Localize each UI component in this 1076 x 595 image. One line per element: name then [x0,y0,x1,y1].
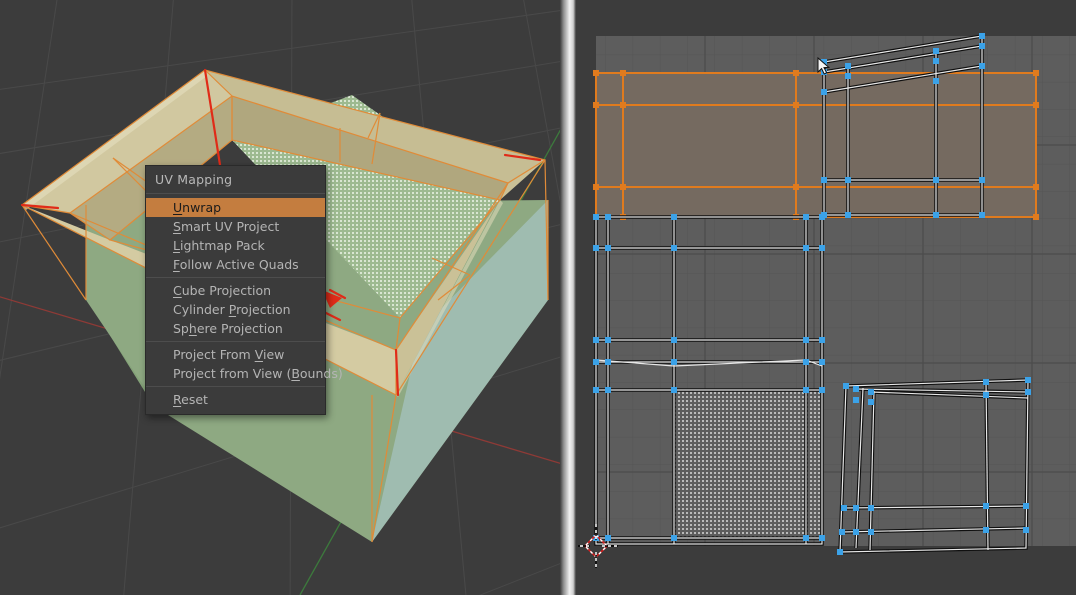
menu-separator [146,277,325,278]
uv-image-editor[interactable] [578,0,1076,595]
menu-item-cylinder-projection[interactable]: Cylinder Projection [146,300,325,319]
menu-item-sphere-projection[interactable]: Sphere Projection [146,319,325,338]
blender-window: UV Mapping Unwrap Smart UV Project Light… [0,0,1076,595]
uv-mapping-menu[interactable]: UV Mapping Unwrap Smart UV Project Light… [145,165,343,415]
menu-separator [146,193,325,194]
uv-face-selected-stipple [674,390,822,538]
menu-item-unwrap[interactable]: Unwrap [146,198,325,217]
viewport-3d[interactable]: UV Mapping Unwrap Smart UV Project Light… [0,0,566,595]
menu-item-follow-active-quads[interactable]: Follow Active Quads [146,255,325,274]
uv-island-fill [596,73,1036,217]
menu-separator [146,386,325,387]
menu-item-cube-projection[interactable]: Cube Projection [146,281,325,300]
menu-item-reset[interactable]: Reset [146,390,325,409]
menu-separator [146,341,325,342]
menu-item-project-from-view-bounds[interactable]: Project from View (Bounds) [146,364,343,383]
menu-item-lightmap-pack[interactable]: Lightmap Pack [146,236,325,255]
area-splitter[interactable] [560,0,580,595]
uv-island-selected [593,70,1039,220]
menu-title: UV Mapping [155,172,233,187]
menu-item-project-from-view[interactable]: Project From View [146,345,325,364]
menu-item-smart-uv-project[interactable]: Smart UV Project [146,217,325,236]
uv-editor-canvas [578,0,1076,595]
